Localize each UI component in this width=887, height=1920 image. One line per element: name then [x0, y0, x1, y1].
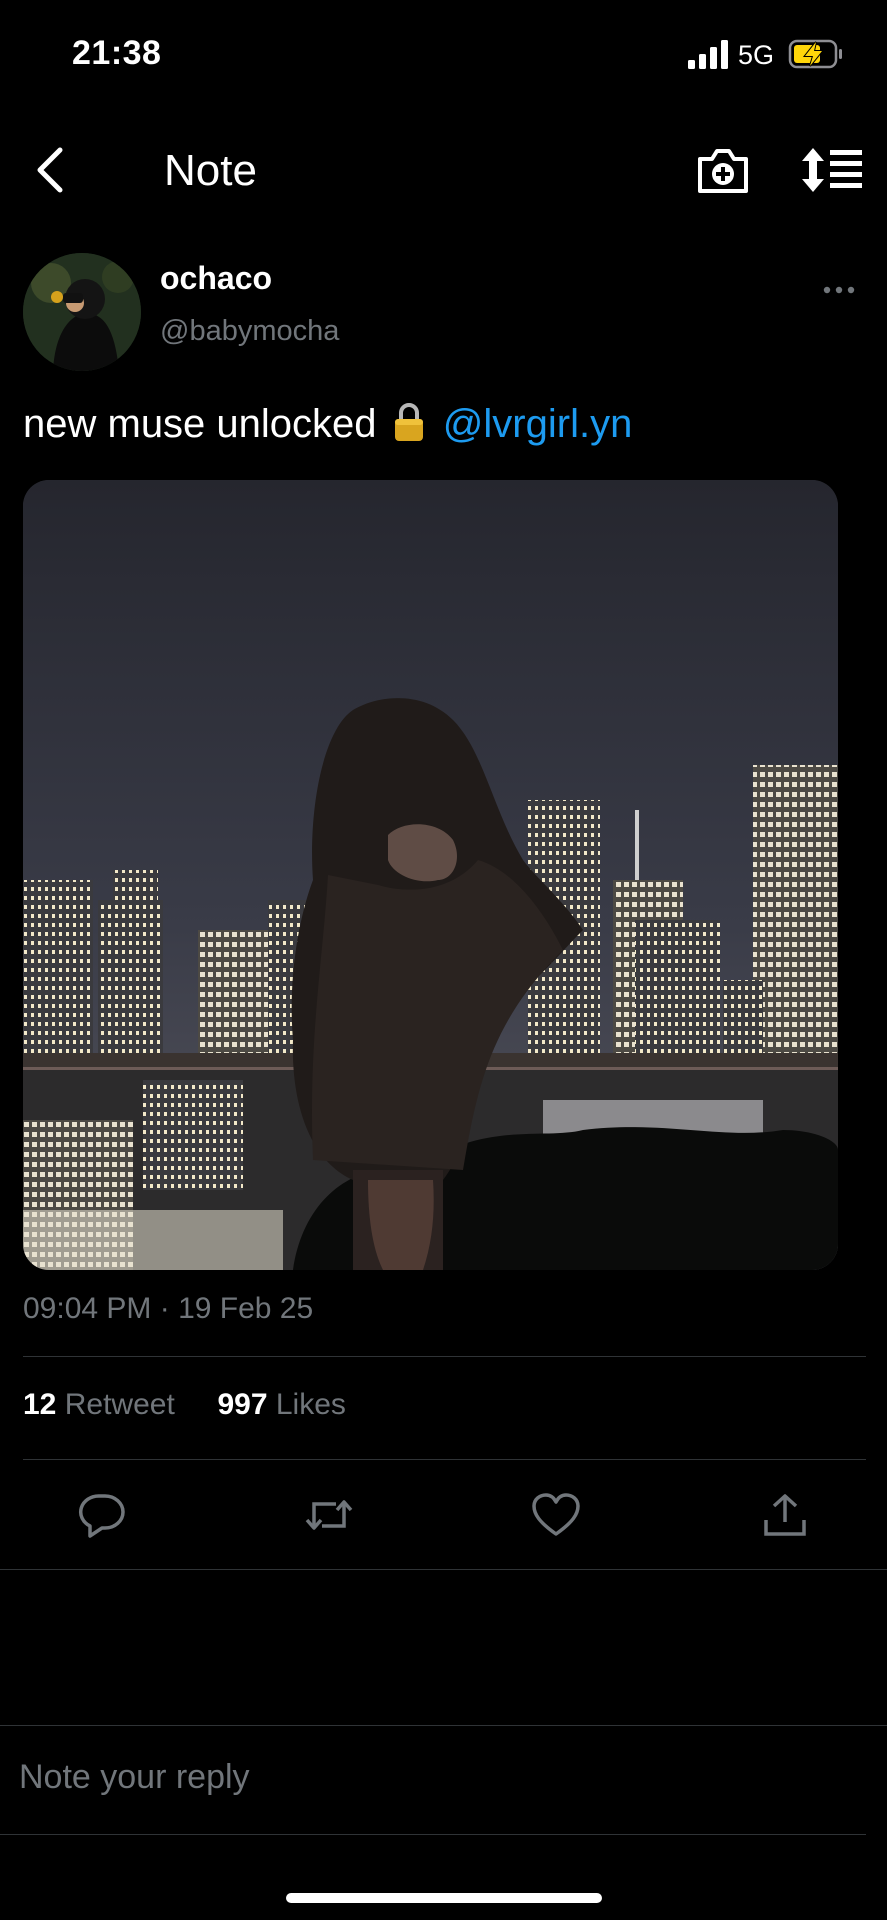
post-image[interactable] [23, 480, 838, 1270]
post-body: new muse unlocked [23, 402, 377, 446]
retweet-count[interactable]: 12 [23, 1388, 56, 1421]
divider [0, 1725, 887, 1726]
status-time: 21:38 [72, 34, 162, 72]
divider [23, 1459, 866, 1460]
author-handle[interactable]: @babymocha [160, 315, 339, 348]
back-icon[interactable] [30, 144, 70, 196]
more-icon[interactable] [822, 280, 856, 300]
retweet-icon[interactable] [304, 1492, 354, 1538]
battery-charging-icon [788, 39, 842, 69]
post-stats: 12 Retweet 997 Likes [23, 1388, 346, 1422]
city-night-photo [23, 480, 838, 1270]
avatar[interactable] [23, 253, 141, 371]
sort-list-icon[interactable] [800, 146, 864, 194]
divider [0, 1569, 887, 1570]
likes-label[interactable]: Likes [276, 1388, 346, 1421]
lock-emoji-icon [394, 403, 423, 441]
reply-icon[interactable] [77, 1492, 127, 1538]
signal-icon [688, 40, 728, 69]
retweet-label[interactable]: Retweet [65, 1388, 175, 1421]
page-title: Note [164, 146, 257, 195]
share-icon[interactable] [760, 1492, 810, 1538]
like-icon[interactable] [531, 1492, 581, 1538]
divider [23, 1356, 866, 1357]
home-indicator[interactable] [286, 1893, 602, 1903]
network-type: 5G [738, 40, 775, 70]
camera-plus-icon[interactable] [696, 145, 750, 195]
divider [0, 1834, 866, 1835]
avatar-image [23, 253, 141, 371]
mention-link[interactable]: @lvrgirl.yn [443, 402, 633, 446]
likes-count[interactable]: 997 [217, 1388, 267, 1421]
post-timestamp: 09:04 PM · 19 Feb 25 [23, 1292, 314, 1325]
reply-input[interactable]: Note your reply [19, 1758, 250, 1797]
post-text: new muse unlocked @lvrgirl.yn [23, 398, 632, 450]
author-name[interactable]: ochaco [160, 260, 272, 297]
